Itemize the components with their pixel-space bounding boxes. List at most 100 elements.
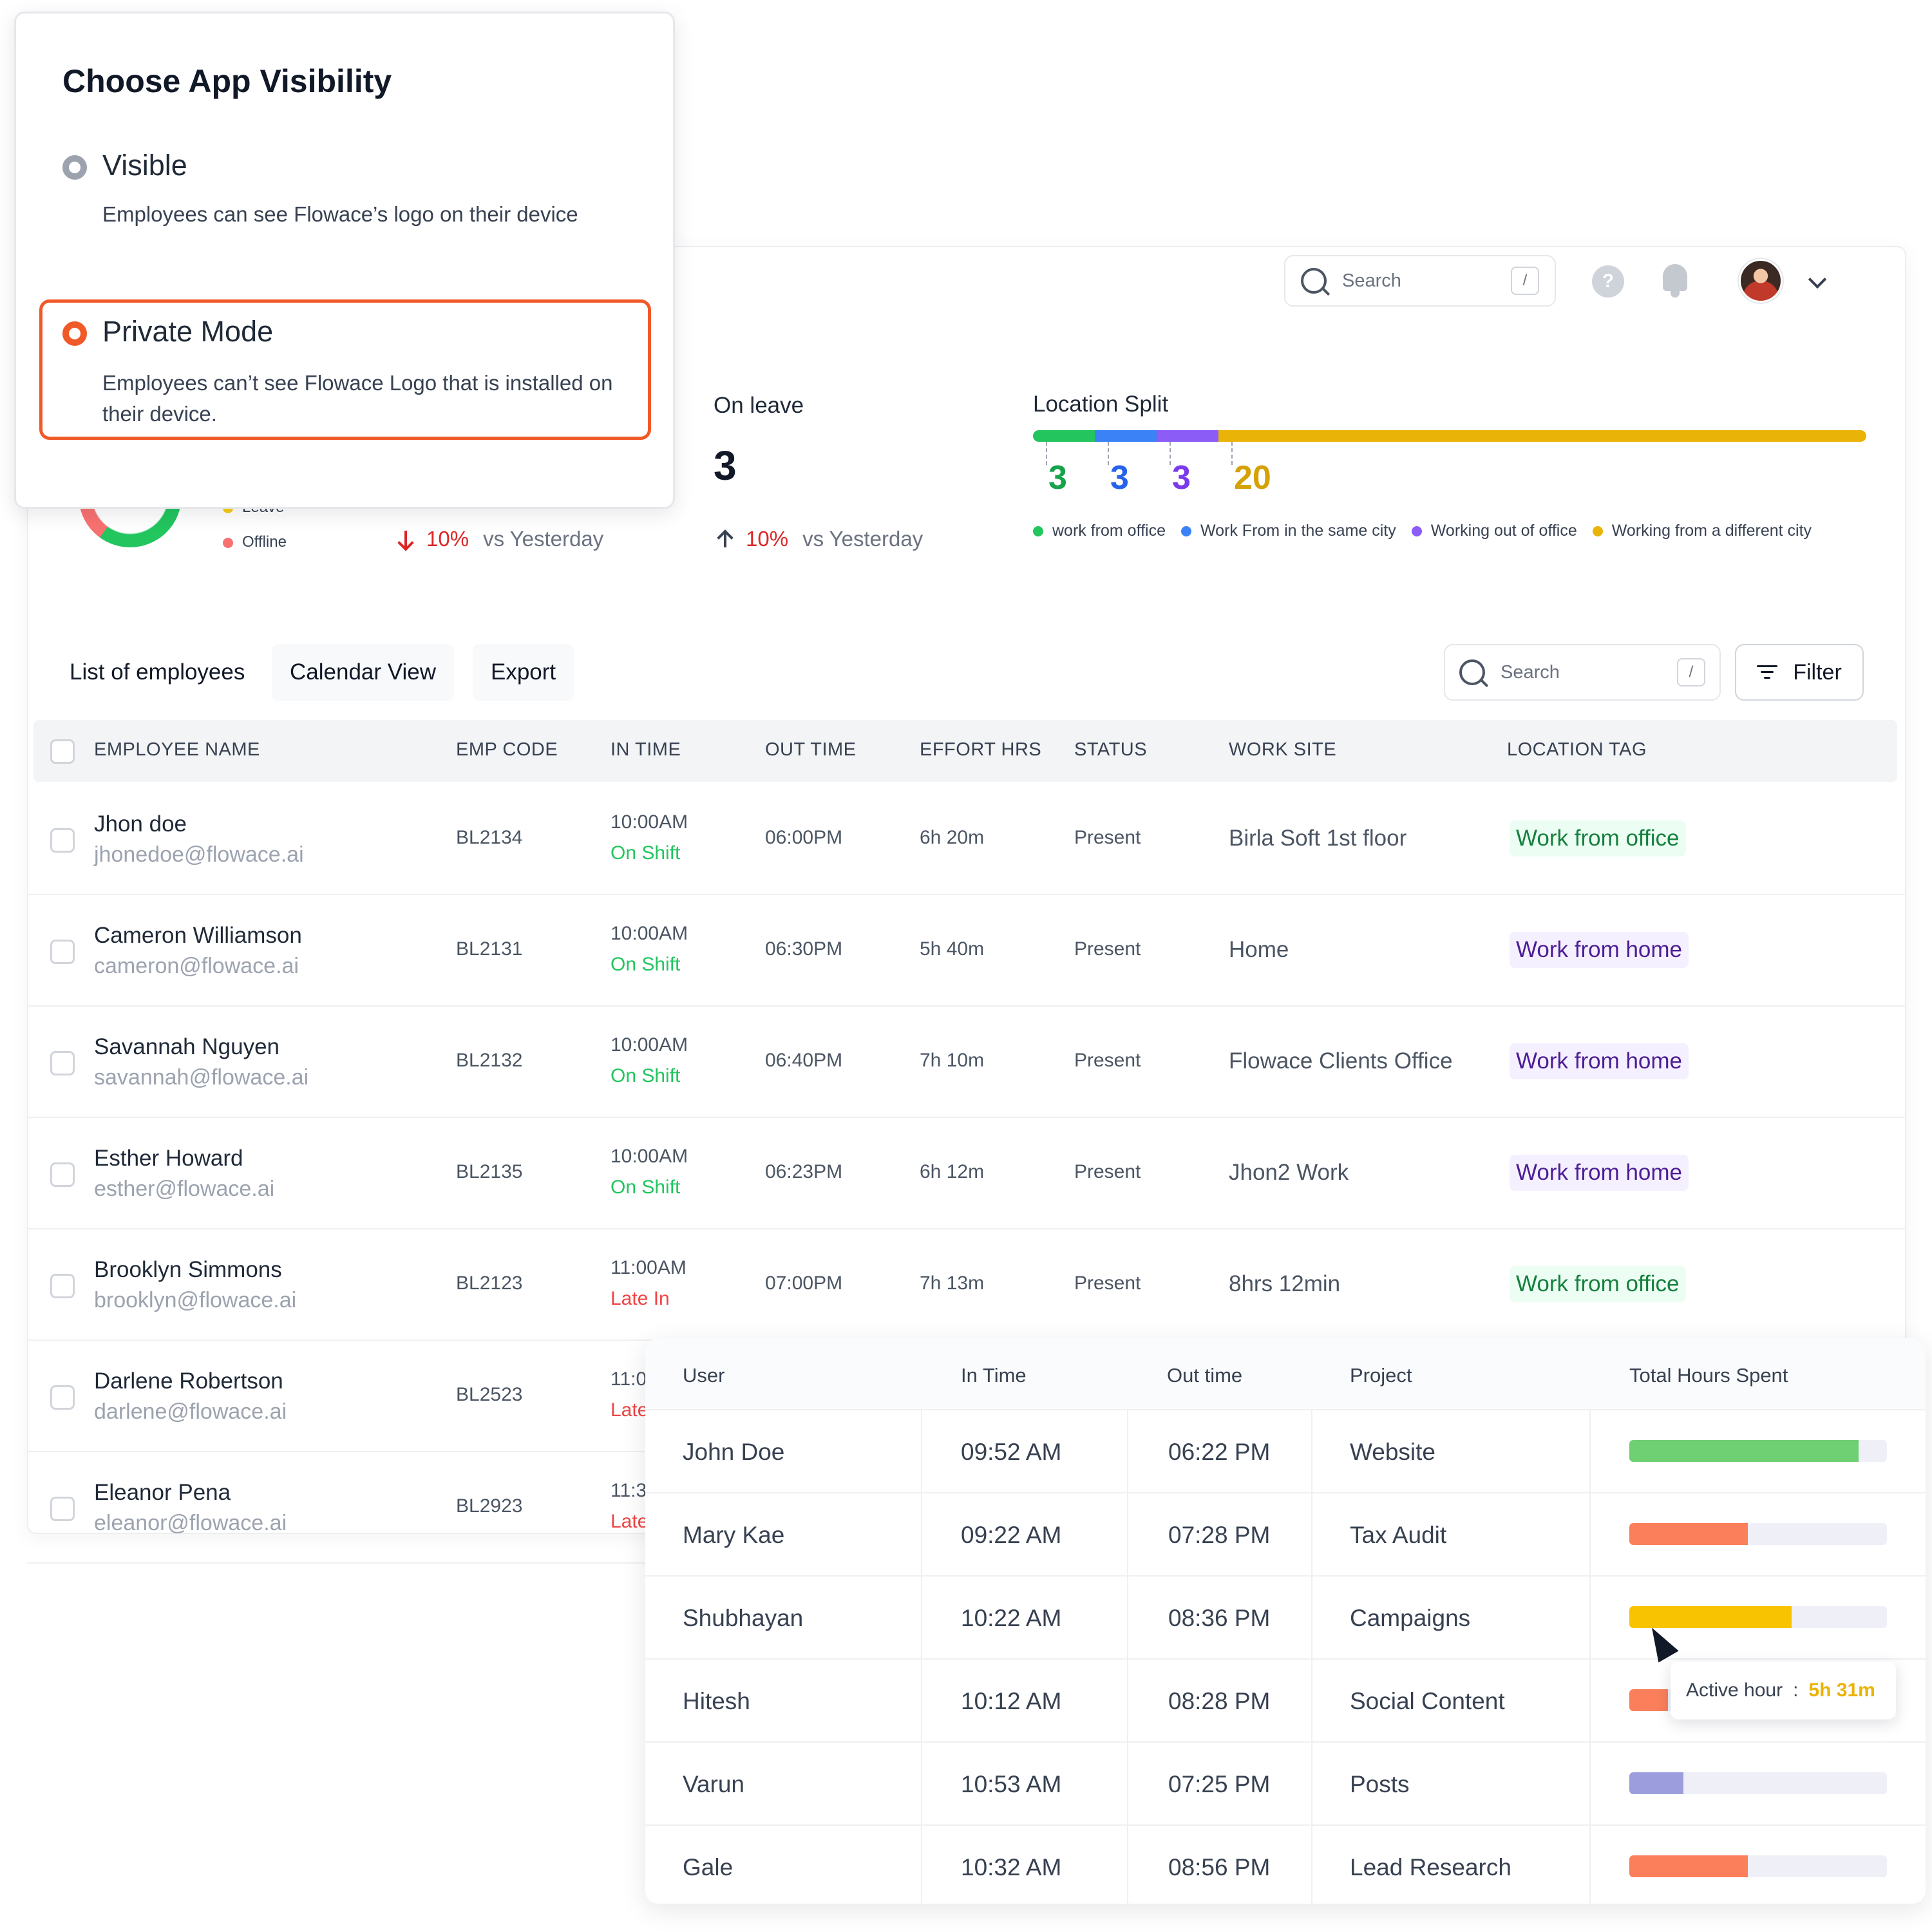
avatar[interactable] [1739, 259, 1783, 303]
project-in-time: 10:12 AM [961, 1688, 1062, 1714]
employee-name: Savannah Nguyen [94, 1034, 279, 1059]
emp-code: BL2123 [456, 1273, 523, 1294]
visible-option-label[interactable]: Visible [102, 149, 187, 182]
row-checkbox[interactable] [50, 1497, 75, 1521]
column-divider [921, 1409, 922, 1904]
th-effort-hrs[interactable]: EFFORT HRS [920, 739, 1041, 761]
out-time: 06:23PM [765, 1161, 843, 1182]
project-in-time: 10:53 AM [961, 1771, 1062, 1797]
emp-code: BL2523 [456, 1384, 523, 1405]
project-out-time: 07:25 PM [1168, 1771, 1271, 1797]
th-total-hours[interactable]: Total Hours Spent [1629, 1364, 1788, 1387]
private-mode-radio[interactable] [62, 321, 87, 346]
filter-button[interactable]: Filter [1735, 644, 1864, 701]
employee-name: Eleanor Pena [94, 1480, 231, 1505]
emp-code: BL2923 [456, 1495, 523, 1517]
arrow-down-icon [398, 529, 413, 549]
emp-code: BL2135 [456, 1161, 523, 1182]
th-out-time[interactable]: OUT TIME [765, 739, 857, 761]
th-in-time[interactable]: IN TIME [611, 739, 681, 761]
table-row[interactable]: Mary Kae 09:22 AM 07:28 PM Tax Audit [645, 1492, 1926, 1575]
th-project[interactable]: Project [1350, 1364, 1412, 1387]
effort-hrs: 5h 40m [920, 938, 985, 960]
location-split-legend: work from office Work From in the same ci… [1033, 522, 1812, 540]
location-tag-badge: Work from home [1510, 1155, 1689, 1191]
project-user: Gale [683, 1854, 734, 1880]
th-project-in-time[interactable]: In Time [961, 1364, 1027, 1387]
table-row[interactable]: John Doe 09:52 AM 06:22 PM Website [645, 1409, 1926, 1492]
shift-status: Late [611, 1399, 649, 1421]
out-time: 06:40PM [765, 1050, 843, 1071]
visible-radio[interactable] [62, 155, 87, 180]
shift-status: On Shift [611, 1177, 681, 1198]
table-row[interactable]: Shubhayan 10:22 AM 08:36 PM Campaigns [645, 1575, 1926, 1658]
location-split-segment [1157, 430, 1218, 442]
out-time: 06:30PM [765, 938, 843, 960]
row-checkbox[interactable] [50, 1162, 75, 1187]
location-split-title: Location Split [1033, 392, 1169, 417]
th-location-tag[interactable]: LOCATION TAG [1507, 739, 1647, 761]
hours-progress-bar[interactable] [1629, 1440, 1887, 1462]
search-shortcut-key: / [1677, 658, 1705, 687]
column-divider [1589, 1409, 1591, 1904]
th-employee-name[interactable]: EMPLOYEE NAME [94, 739, 260, 761]
legend-offline: Offline [223, 533, 287, 551]
location-split-marker [1046, 442, 1047, 465]
search-shortcut-key: / [1511, 267, 1539, 295]
column-divider [1127, 1409, 1128, 1904]
employee-email: esther@flowace.ai [94, 1177, 275, 1201]
attendance-status: Present [1074, 1161, 1141, 1182]
filter-label: Filter [1793, 659, 1842, 685]
project-in-time: 09:52 AM [961, 1439, 1062, 1465]
project-user: John Doe [683, 1439, 785, 1465]
employee-search-input[interactable]: Search / [1444, 644, 1721, 701]
project-name: Tax Audit [1350, 1522, 1447, 1548]
location-split-legend-item: work from office [1033, 522, 1166, 540]
global-search-input[interactable]: Search / [1284, 255, 1556, 307]
app-visibility-modal: Choose App Visibility Visible Employees … [14, 12, 675, 509]
hours-progress-bar[interactable] [1629, 1772, 1887, 1794]
tab-list-of-employees[interactable]: List of employees [52, 644, 263, 701]
row-checkbox[interactable] [50, 1385, 75, 1410]
attendance-status: Present [1074, 1273, 1141, 1294]
effort-hrs: 6h 20m [920, 827, 985, 848]
location-split-value: 3 [1048, 459, 1067, 497]
project-in-time: 10:32 AM [961, 1854, 1062, 1880]
bell-icon[interactable] [1660, 264, 1690, 298]
th-emp-code[interactable]: EMP CODE [456, 739, 558, 761]
work-site: Jhon2 Work [1229, 1160, 1349, 1185]
row-checkbox[interactable] [50, 1051, 75, 1075]
effort-hrs: 7h 13m [920, 1273, 985, 1294]
row-checkbox[interactable] [50, 1274, 75, 1298]
row-checkbox[interactable] [50, 828, 75, 853]
export-button[interactable]: Export [473, 644, 574, 701]
row-checkbox[interactable] [50, 940, 75, 964]
in-time: 10:00AM [611, 923, 688, 944]
location-tag-badge: Work from office [1510, 820, 1686, 857]
filter-icon [1757, 665, 1778, 679]
employee-email: eleanor@flowace.ai [94, 1511, 287, 1535]
card2-trend-text: vs Yesterday [483, 527, 604, 551]
th-status[interactable]: STATUS [1074, 739, 1147, 761]
hours-progress-bar[interactable] [1629, 1523, 1887, 1545]
hours-progress-bar[interactable] [1629, 1606, 1887, 1628]
employee-email: brooklyn@flowace.ai [94, 1288, 297, 1312]
attendance-status: Present [1074, 827, 1141, 848]
hours-progress-fill [1629, 1772, 1683, 1794]
private-mode-option-label[interactable]: Private Mode [102, 315, 273, 348]
tab-calendar-view[interactable]: Calendar View [272, 644, 454, 701]
hours-progress-bar[interactable] [1629, 1855, 1887, 1877]
select-all-checkbox[interactable] [50, 739, 75, 764]
location-split-marker [1170, 442, 1171, 465]
table-row[interactable]: Gale 10:32 AM 08:56 PM Lead Research [645, 1824, 1926, 1904]
hours-progress-fill [1629, 1689, 1668, 1711]
help-icon[interactable]: ? [1592, 265, 1624, 298]
employee-email: savannah@flowace.ai [94, 1065, 309, 1090]
table-row[interactable]: Varun 10:53 AM 07:25 PM Posts [645, 1741, 1926, 1824]
employee-search-placeholder: Search [1501, 661, 1560, 683]
th-user[interactable]: User [683, 1364, 724, 1387]
legend-dot-icon [1033, 526, 1043, 537]
th-project-out-time[interactable]: Out time [1167, 1364, 1242, 1387]
column-divider [1311, 1409, 1312, 1904]
th-work-site[interactable]: WORK SITE [1229, 739, 1336, 761]
